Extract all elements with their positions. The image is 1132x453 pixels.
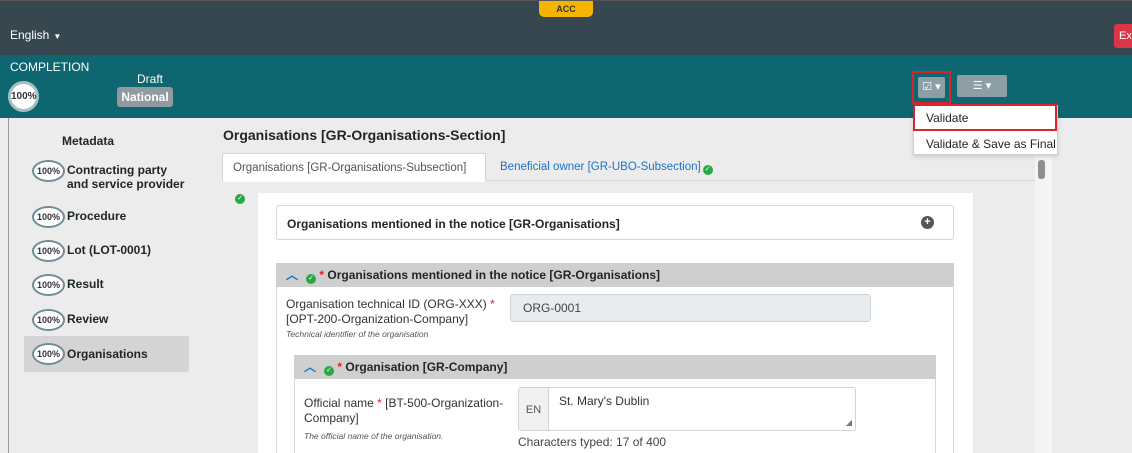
official-name-textarea[interactable]: St. Mary's Dublin ◢ (548, 387, 856, 431)
sidebar-item-label: Contracting party and service provider (67, 163, 185, 191)
page-title: Organisations [GR-Organisations-Section] (223, 127, 506, 143)
tab-label: Organisations [GR-Organisations-Subsecti… (233, 162, 467, 174)
national-badge: National (117, 87, 173, 107)
highlight-box (913, 104, 1057, 131)
label-text: [BT-500-Organization- (385, 396, 504, 410)
group-title: Organisation [GR-Company] (345, 360, 508, 374)
tab-bar: Organisations [GR-Organisations-Subsecti… (222, 153, 1036, 204)
completion-progress-ring: 100% (8, 81, 39, 112)
check-square-icon: ☑ ▾ (918, 77, 945, 98)
organisations-expanded-header[interactable]: ︿ ✓ * Organisations mentioned in the noti… (276, 263, 954, 287)
required-marker: * (373, 396, 386, 410)
chevron-up-icon[interactable]: ︿ (304, 360, 316, 374)
caret-down-icon: ▼ (53, 32, 62, 41)
sidebar-item-result[interactable]: 100% Result (24, 274, 189, 296)
technical-id-label: Organisation technical ID (ORG-XXX) * [O… (286, 297, 495, 327)
resize-handle-icon[interactable]: ◢ (846, 418, 852, 427)
check-circle-icon: ✓ (324, 366, 335, 376)
label-text: [OPT-200-Organization-Company] (286, 312, 469, 326)
organisations-collapsed-group[interactable]: Organisations mentioned in the notice [G… (276, 205, 954, 240)
sidebar-item-label: Lot (LOT-0001) (67, 243, 152, 257)
scrollbar-thumb[interactable] (1038, 160, 1045, 179)
tab-label: Beneficial owner [GR-UBO-Subsection] (500, 161, 701, 173)
options-dropdown-toggle[interactable]: ☰ ▾ (957, 75, 1007, 97)
sidebar-item-label: Procedure (67, 209, 127, 223)
draft-status: Draft (137, 72, 164, 86)
language-addon: EN (518, 387, 549, 431)
progress-ring: 100% (32, 309, 65, 331)
company-group-header[interactable]: ︿ ✓ * Organisation [GR-Company] (294, 355, 936, 379)
top-bar: English▼ ACC Exit (0, 0, 1132, 55)
label-text: Organisation technical ID (ORG-XXX) (286, 297, 487, 311)
progress-ring: 100% (32, 240, 65, 262)
sidebar-item-label: Review (67, 312, 109, 326)
group-title: Organisations mentioned in the notice [G… (327, 268, 661, 282)
progress-ring: 100% (32, 274, 65, 296)
divider (8, 118, 9, 453)
sidebar-item-lot[interactable]: 100% Lot (LOT-0001) (24, 240, 189, 262)
label-text: Company] (304, 411, 359, 425)
completion-label: COMPLETION (10, 60, 90, 74)
check-circle-icon: ✓ (306, 274, 317, 284)
tab-organisations[interactable]: Organisations [GR-Organisations-Subsecti… (222, 153, 486, 204)
language-label: English (10, 28, 50, 42)
sidebar-item-procedure[interactable]: 100% Procedure (24, 206, 189, 228)
sidebar-item-label: Result (67, 277, 104, 291)
environment-badge: ACC (539, 1, 593, 17)
required-marker: * (316, 268, 328, 282)
language-selector[interactable]: English ▼ (10, 28, 61, 42)
sidebar-item-organisations[interactable]: 100% Organisations (24, 336, 189, 372)
sidebar-title: Metadata (62, 134, 115, 148)
validate-dropdown-toggle[interactable]: ☑ ▾ (912, 71, 951, 104)
sidebar-item-label: Organisations (67, 347, 148, 361)
progress-ring: 100% (32, 160, 65, 182)
technical-id-input[interactable]: ORG-0001 (510, 294, 871, 322)
sliders-icon: ☰ ▾ (972, 80, 992, 92)
progress-ring: 100% (32, 343, 65, 365)
textarea-value: St. Mary's Dublin (559, 394, 650, 408)
menu-item-validate-save-final[interactable]: Validate & Save as Final (914, 135, 1057, 153)
required-marker: * (334, 360, 346, 374)
chevron-up-icon[interactable]: ︿ (286, 268, 298, 282)
tab-beneficial-owner[interactable]: Beneficial owner [GR-UBO-Subsection] ✓ (490, 153, 723, 182)
plus-circle-icon[interactable]: + (921, 216, 934, 229)
exit-button[interactable]: Exit (1114, 24, 1132, 48)
official-name-label: Official name * [BT-500-Organization- Co… (304, 396, 503, 426)
progress-ring: 100% (32, 206, 65, 228)
technical-id-help: Technical identifier of the organisation (286, 329, 429, 339)
required-marker: * (486, 297, 495, 311)
sidebar-item-review[interactable]: 100% Review (24, 309, 189, 331)
character-count: Characters typed: 17 of 400 (518, 435, 667, 449)
check-circle-icon: ✓ (702, 165, 713, 175)
sidebar-item-contracting-party[interactable]: 100% Contracting party and service provi… (24, 160, 189, 191)
group-title: Organisations mentioned in the notice [G… (287, 217, 620, 231)
official-name-help: The official name of the organisation. (304, 431, 444, 441)
label-text: Official name (304, 396, 374, 410)
check-circle-icon: ✓ (235, 194, 245, 204)
